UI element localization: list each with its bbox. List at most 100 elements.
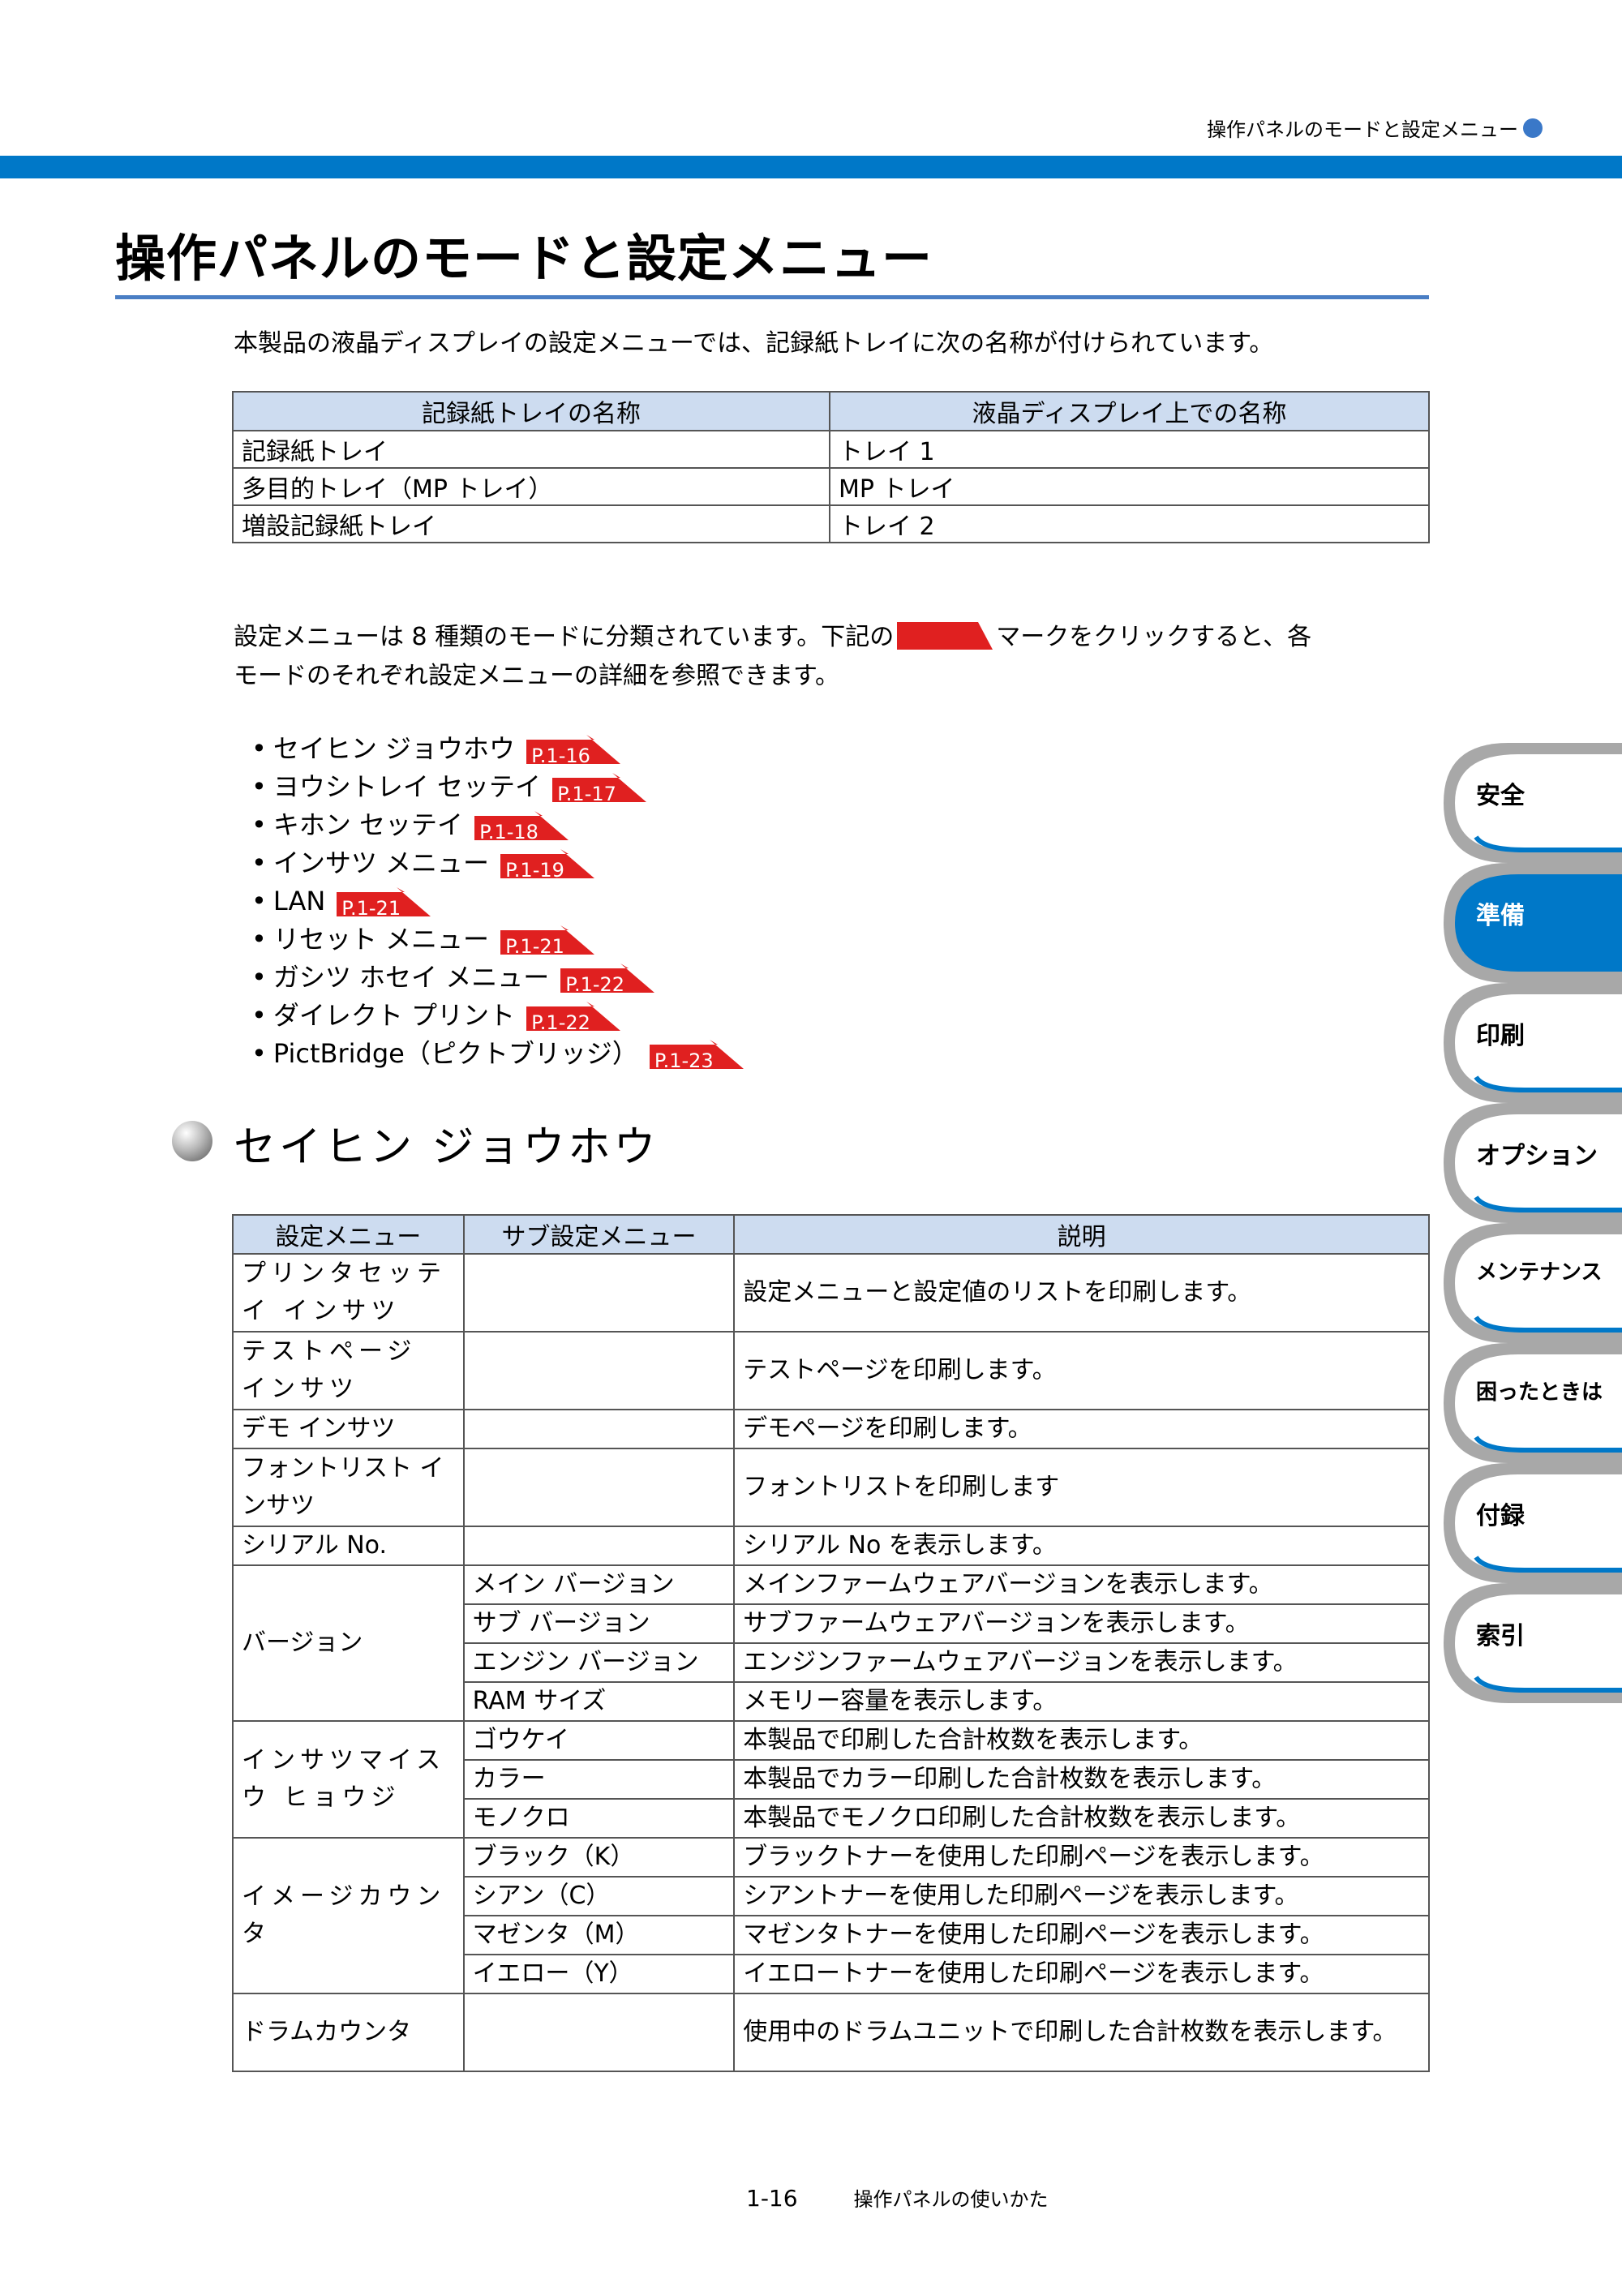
- desc-cell: イエロートナーを使用した印刷ページを表示します。: [733, 1954, 1430, 1994]
- page-ref-link[interactable]: P.1-18: [474, 810, 569, 843]
- sub-cell: RAM サイズ: [462, 1681, 736, 1722]
- desc-cell: エンジンファームウェアバージョンを表示します。: [733, 1642, 1430, 1683]
- tab-maintenance[interactable]: メンテナンス: [1444, 1223, 1622, 1343]
- mode-description: 設定メニューは 8 種類のモードに分類されています。下記の マークをクリックすると…: [234, 618, 1434, 696]
- mode-label: ガシツ ホセイ メニュー: [272, 962, 550, 993]
- sub-cell: [462, 1526, 736, 1566]
- desc-cell: シリアル No を表示します。: [733, 1526, 1430, 1566]
- sub-cell: サブ バージョン: [462, 1603, 736, 1644]
- table-row: 記録紙トレイ トレイ 1: [231, 430, 1430, 469]
- tab-insatsu[interactable]: 印刷: [1444, 983, 1622, 1103]
- sub-cell: [462, 1448, 736, 1527]
- tab-label: 印刷: [1476, 1022, 1525, 1050]
- tab-appendix[interactable]: 付録: [1444, 1463, 1622, 1583]
- para-text-after: マークをクリックすると、各: [996, 623, 1312, 651]
- running-header: 操作パネルのモードと設定メニュー: [1207, 114, 1543, 142]
- table-row: テストページ インサツ テストページを印刷します。: [232, 1331, 1430, 1410]
- mode-label: リセット メニュー: [272, 924, 490, 955]
- tab-label: メンテナンス: [1476, 1260, 1603, 1285]
- table-header-cell: 液晶ディスプレイ上での名称: [829, 391, 1430, 431]
- sub-cell: イエロー（Y）: [462, 1954, 736, 1994]
- tab-label: 付録: [1476, 1502, 1525, 1530]
- page-ref-link[interactable]: P.1-17: [552, 772, 647, 805]
- intro-text: 本製品の液晶ディスプレイの設定メニューでは、記録紙トレイに次の名称が付けられてい…: [234, 329, 1274, 358]
- tab-junbi[interactable]: 準備: [1444, 863, 1622, 983]
- table-cell: トレイ 1: [829, 430, 1430, 469]
- table-header-cell: サブ設定メニュー: [462, 1214, 736, 1255]
- tab-troubleshooting[interactable]: 困ったときは: [1444, 1343, 1622, 1463]
- table-cell: 増設記録紙トレイ: [231, 504, 831, 543]
- menu-cell: イメージカウンタ: [232, 1837, 465, 1994]
- page-ref-link[interactable]: P.1-22: [560, 963, 655, 996]
- table-row: インサツマイスウ ヒョウジ ゴウケイ 本製品で印刷した合計枚数を表示します。: [232, 1720, 1430, 1839]
- menu-cell: テストページ インサツ: [232, 1331, 465, 1410]
- list-item: • ガシツ ホセイ メニュー P.1-22: [251, 959, 714, 997]
- section-title: セイヒン ジョウホウ: [234, 1123, 659, 1172]
- table-cell: 多目的トレイ（MP トレイ）: [231, 467, 831, 506]
- table-header-cell: 記録紙トレイの名称: [231, 391, 831, 431]
- page-number: 1-16: [746, 2185, 798, 2212]
- tab-index[interactable]: 索引: [1444, 1583, 1622, 1703]
- sub-cell: マゼンタ（M）: [462, 1915, 736, 1955]
- table-cell: MP トレイ: [829, 467, 1430, 506]
- desc-cell: フォントリストを印刷します: [733, 1448, 1430, 1527]
- sub-cell: [462, 1253, 736, 1333]
- tray-name-table: 記録紙トレイの名称 液晶ディスプレイ上での名称 記録紙トレイ トレイ 1 多目的…: [231, 391, 1430, 543]
- list-item: • リセット メニュー P.1-21: [251, 921, 714, 959]
- table-row: ドラムカウンタ 使用中のドラムユニットで印刷した合計枚数を表示します。: [232, 1993, 1430, 2072]
- tab-option[interactable]: オプション: [1444, 1103, 1622, 1223]
- page-ref-link[interactable]: P.1-23: [649, 1039, 744, 1072]
- page-ref-link[interactable]: P.1-21: [337, 886, 431, 920]
- page-ref-link[interactable]: P.1-21: [500, 925, 595, 958]
- menu-cell: ドラムカウンタ: [232, 1993, 465, 2072]
- list-item: • ダイレクト プリント P.1-22: [251, 997, 714, 1035]
- table-row: デモ インサツ デモページを印刷します。: [232, 1409, 1430, 1449]
- red-arrow-icon: [897, 622, 993, 650]
- table-header-cell: 説明: [733, 1214, 1430, 1255]
- list-item: • インサツ メニュー P.1-19: [251, 844, 714, 882]
- desc-cell: 本製品でカラー印刷した合計枚数を表示します。: [733, 1759, 1430, 1800]
- table-header-cell: 設定メニュー: [232, 1214, 465, 1255]
- desc-cell: 本製品で印刷した合計枚数を表示します。: [733, 1720, 1430, 1761]
- list-item: • キホン セッテイ P.1-18: [251, 806, 714, 844]
- page-ref-link[interactable]: P.1-19: [500, 848, 595, 882]
- tab-label: オプション: [1476, 1142, 1598, 1170]
- menu-cell: デモ インサツ: [232, 1409, 465, 1449]
- sub-cell: [462, 1993, 736, 2072]
- page-ref-link[interactable]: P.1-16: [526, 734, 621, 767]
- desc-cell: 本製品でモノクロ印刷した合計枚数を表示します。: [733, 1798, 1430, 1839]
- mode-label: ヨウシトレイ セッテイ: [272, 771, 542, 802]
- section-ball-icon: [172, 1121, 212, 1161]
- table-row: 多目的トレイ（MP トレイ） MP トレイ: [231, 467, 1430, 506]
- desc-cell: メモリー容量を表示します。: [733, 1681, 1430, 1722]
- table-row: プリンタセッテイ インサツ 設定メニューと設定値のリストを印刷します。: [232, 1253, 1430, 1333]
- page-title: 操作パネルのモードと設定メニュー: [115, 229, 933, 288]
- table-header-row: 記録紙トレイの名称 液晶ディスプレイ上での名称: [231, 391, 1430, 431]
- table-cell: 記録紙トレイ: [231, 430, 831, 469]
- desc-cell: テストページを印刷します。: [733, 1331, 1430, 1410]
- table-row: バージョン メイン バージョン メインファームウェアバージョンを表示します。: [232, 1564, 1430, 1722]
- tab-anzen[interactable]: 安全: [1444, 743, 1622, 863]
- para-text-before: 設定メニューは 8 種類のモードに分類されています。下記の: [234, 623, 895, 651]
- sub-cell: メイン バージョン: [462, 1564, 736, 1605]
- tab-label: 索引: [1476, 1622, 1525, 1650]
- table-header-row: 設定メニュー サブ設定メニュー 説明: [232, 1214, 1430, 1255]
- menu-cell: バージョン: [232, 1564, 465, 1722]
- desc-cell: ブラックトナーを使用した印刷ページを表示します。: [733, 1837, 1430, 1878]
- sub-cell: [462, 1331, 736, 1410]
- desc-cell: 設定メニューと設定値のリストを印刷します。: [733, 1253, 1430, 1333]
- para-text-line2: モードのそれぞれ設定メニューの詳細を参照できます。: [234, 662, 839, 690]
- sub-cell: [462, 1409, 736, 1449]
- tab-label: 安全: [1476, 782, 1525, 810]
- table-row: シリアル No. シリアル No を表示します。: [232, 1526, 1430, 1566]
- mode-label: セイヒン ジョウホウ: [272, 733, 516, 764]
- table-row: フォントリスト インサツ フォントリストを印刷します: [232, 1448, 1430, 1527]
- desc-cell: デモページを印刷します。: [733, 1409, 1430, 1449]
- sub-cell: エンジン バージョン: [462, 1642, 736, 1683]
- desc-cell: サブファームウェアバージョンを表示します。: [733, 1603, 1430, 1644]
- desc-cell: メインファームウェアバージョンを表示します。: [733, 1564, 1430, 1605]
- page-ref-link[interactable]: P.1-22: [526, 1001, 621, 1034]
- product-info-table: 設定メニュー サブ設定メニュー 説明 プリンタセッテイ インサツ 設定メニューと…: [232, 1214, 1430, 2072]
- chapter-title: 操作パネルの使いかた: [853, 2188, 1049, 2211]
- desc-cell: 使用中のドラムユニットで印刷した合計枚数を表示します。: [733, 1993, 1430, 2072]
